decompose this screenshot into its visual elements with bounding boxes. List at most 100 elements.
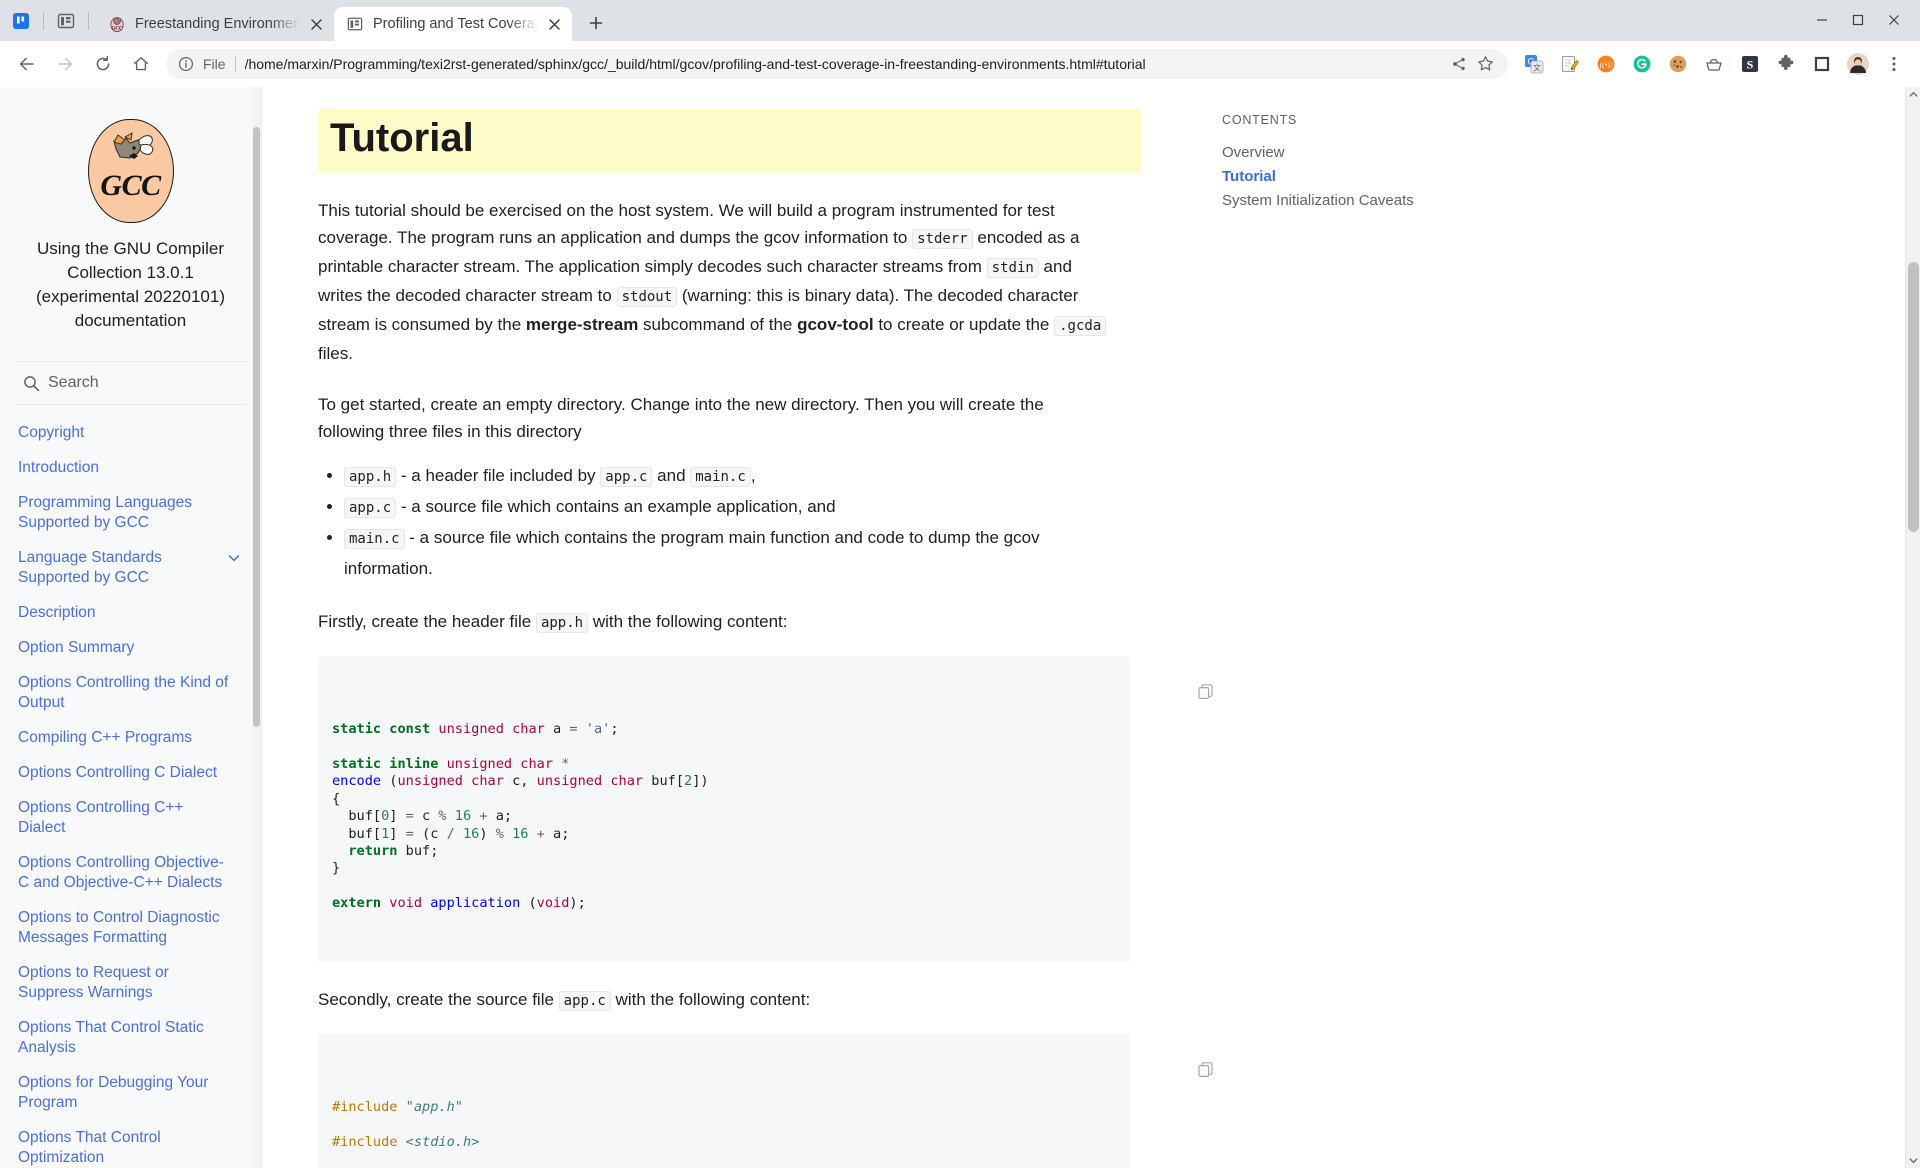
- toc-link-system-initialization-caveats[interactable]: System Initialization Caveats: [1222, 189, 1920, 213]
- list-item: main.c - a source file which contains th…: [344, 523, 1118, 584]
- inline-code-gcda: .gcda: [1054, 316, 1107, 336]
- browser-tab-2[interactable]: Profiling and Test Coverage: [334, 7, 572, 41]
- sidebar-item-label[interactable]: Language Standards Supported by GCC: [18, 548, 221, 588]
- forward-arrow-icon[interactable]: [50, 49, 80, 79]
- sidebar-item-options-to-control-diagnostic-messages-formatting[interactable]: Options to Control Diagnostic Messages F…: [0, 908, 261, 948]
- copy-icon[interactable]: [1099, 1044, 1213, 1077]
- grammarly-icon[interactable]: [1627, 49, 1657, 79]
- sidebar-scrollbar[interactable]: [252, 87, 261, 1168]
- scroll-up-icon[interactable]: [1906, 87, 1920, 102]
- content-area: Tutorial This tutorial should be exercis…: [262, 87, 1920, 1168]
- share-icon[interactable]: [1446, 51, 1472, 77]
- search-input[interactable]: Search: [14, 361, 247, 405]
- sidebar-item-label[interactable]: Options Controlling C Dialect: [18, 763, 233, 783]
- close-window-button[interactable]: [1876, 6, 1912, 34]
- sidebar-item-description[interactable]: Description: [0, 603, 261, 623]
- puzzle-extensions-icon[interactable]: [1771, 49, 1801, 79]
- sidebar-item-label[interactable]: Description: [18, 603, 233, 623]
- para-text: to create or update the: [873, 315, 1055, 334]
- reload-icon[interactable]: [88, 49, 118, 79]
- sidebar-item-copyright[interactable]: Copyright: [0, 423, 261, 443]
- new-tab-button[interactable]: [581, 8, 611, 38]
- toc-link-overview[interactable]: Overview: [1222, 141, 1920, 165]
- square-outline-icon[interactable]: [1807, 49, 1837, 79]
- address-bar[interactable]: File /home/marxin/Programming/texi2rst-g…: [166, 48, 1508, 79]
- back-arrow-icon[interactable]: [12, 49, 42, 79]
- gcc-logo-text: GCC: [100, 169, 161, 202]
- tab-group-icon[interactable]: [51, 4, 81, 38]
- code-token: c,: [503, 773, 537, 790]
- code-token: void: [536, 895, 570, 912]
- sidebar-item-options-controlling-objective-c-and-objective-c-dialects[interactable]: Options Controlling Objective-C and Obje…: [0, 853, 261, 893]
- three-dot-menu-icon[interactable]: [1879, 49, 1909, 79]
- browser-tab-1[interactable]: GCC Freestanding Environments: [96, 7, 334, 41]
- google-translate-icon[interactable]: G文: [1519, 49, 1549, 79]
- sidebar-item-label[interactable]: Introduction: [18, 458, 233, 478]
- inline-code-stdin: stdin: [986, 258, 1039, 278]
- page-scrollbar[interactable]: [1905, 87, 1920, 1168]
- para-text: subcommand of the: [638, 315, 798, 334]
- code-token: char: [520, 756, 554, 773]
- sidebar-item-programming-languages-supported-by-gcc[interactable]: Programming Languages Supported by GCC: [0, 493, 261, 533]
- page-scrollbar-thumb[interactable]: [1908, 262, 1919, 532]
- tab-search-app-icon[interactable]: [6, 4, 36, 38]
- s-dark-icon[interactable]: S: [1735, 49, 1765, 79]
- home-icon[interactable]: [126, 49, 156, 79]
- sidebar-item-options-controlling-c-dialect[interactable]: Options Controlling C++ Dialect: [0, 798, 261, 838]
- sidebar-item-label[interactable]: Options Controlling Objective-C and Obje…: [18, 853, 233, 893]
- sidebar-item-label[interactable]: Options That Control Static Analysis: [18, 1018, 233, 1058]
- close-icon[interactable]: [306, 14, 326, 34]
- browser-toolbar: File /home/marxin/Programming/texi2rst-g…: [0, 41, 1920, 87]
- notepad-pencil-icon[interactable]: [1555, 49, 1585, 79]
- inline-code-stdout: stdout: [616, 287, 678, 307]
- url-text[interactable]: /home/marxin/Programming/texi2rst-genera…: [245, 56, 1446, 72]
- scroll-down-icon[interactable]: [1906, 1153, 1920, 1168]
- get-started-paragraph: To get started, create an empty director…: [318, 395, 1044, 441]
- tab-divider: [43, 12, 44, 30]
- toc-link-tutorial[interactable]: Tutorial: [1222, 165, 1920, 189]
- sidebar-item-label[interactable]: Copyright: [18, 423, 233, 443]
- sidebar-item-label[interactable]: Compiling C++ Programs: [18, 728, 233, 748]
- sidebar-item-label[interactable]: Options Controlling C++ Dialect: [18, 798, 233, 838]
- code-line: #include <stdio.h>: [332, 1134, 1112, 1151]
- code-token: /: [446, 825, 455, 842]
- sidebar-item-label[interactable]: Options to Request or Suppress Warnings: [18, 963, 233, 1003]
- sidebar-item-options-to-request-or-suppress-warnings[interactable]: Options to Request or Suppress Warnings: [0, 963, 261, 1003]
- list-item-text: ,: [750, 466, 756, 485]
- code-block-app-c[interactable]: #include "app.h" #include <stdio.h> /* T…: [318, 1033, 1213, 1168]
- star-icon[interactable]: [1472, 51, 1498, 77]
- sidebar-item-options-controlling-c-dialect[interactable]: Options Controlling C Dialect: [0, 763, 261, 783]
- basket-icon[interactable]: [1699, 49, 1729, 79]
- code-token: "app.h": [405, 1098, 463, 1115]
- sidebar-item-label[interactable]: Option Summary: [18, 638, 233, 658]
- sidebar-item-label[interactable]: Options Controlling the Kind of Output: [18, 673, 233, 713]
- para-text: files.: [318, 344, 353, 363]
- copy-icon[interactable]: [1099, 666, 1213, 700]
- para-text: with the following content:: [588, 612, 788, 631]
- sidebar-item-options-that-control-static-analysis[interactable]: Options That Control Static Analysis: [0, 1018, 261, 1058]
- sidebar-item-compiling-c-programs[interactable]: Compiling C++ Programs: [0, 728, 261, 748]
- code-block-app-h[interactable]: static const unsigned char a = 'a'; stat…: [318, 656, 1213, 962]
- chevron-down-icon[interactable]: [227, 548, 243, 570]
- maximize-button[interactable]: [1840, 6, 1876, 34]
- user-avatar[interactable]: [1843, 49, 1873, 79]
- sidebar-item-option-summary[interactable]: Option Summary: [0, 638, 261, 658]
- minimize-button[interactable]: [1804, 6, 1840, 34]
- sidebar-item-label[interactable]: Options to Control Diagnostic Messages F…: [18, 908, 233, 948]
- cookie-icon[interactable]: [1663, 49, 1693, 79]
- info-circle-icon[interactable]: [178, 56, 196, 72]
- sidebar-scrollbar-thumb[interactable]: [253, 127, 260, 727]
- sidebar-item-options-that-control-optimization[interactable]: Options That Control Optimization: [0, 1128, 261, 1168]
- close-icon[interactable]: [544, 14, 564, 34]
- sidebar-item-label[interactable]: Programming Languages Supported by GCC: [18, 493, 233, 533]
- sidebar-item-label[interactable]: Options That Control Optimization: [18, 1128, 233, 1168]
- sidebar-item-introduction[interactable]: Introduction: [0, 458, 261, 478]
- sidebar-item-label[interactable]: Options for Debugging Your Program: [18, 1073, 233, 1113]
- orange-function-icon[interactable]: ((•)): [1591, 49, 1621, 79]
- sidebar-item-language-standards-supported-by-gcc[interactable]: Language Standards Supported by GCC: [0, 548, 261, 588]
- gcc-logo[interactable]: GCC: [87, 119, 174, 223]
- sidebar-item-options-for-debugging-your-program[interactable]: Options for Debugging Your Program: [0, 1073, 261, 1113]
- sidebar-item-options-controlling-the-kind-of-output[interactable]: Options Controlling the Kind of Output: [0, 673, 261, 713]
